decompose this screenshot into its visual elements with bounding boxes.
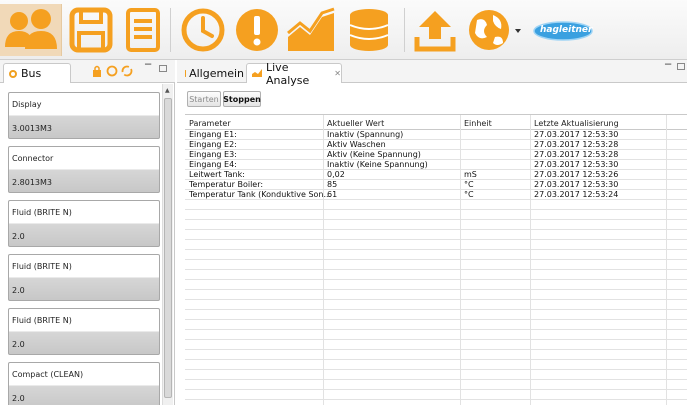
cell-parameter: Eingang E3:	[189, 150, 237, 159]
tab-allgemein[interactable]: Allgemein	[180, 63, 244, 83]
bus-tabbar: Bus ▔	[0, 60, 175, 83]
list-item[interactable]: Fluid (BRITE N) 2.0	[8, 254, 160, 301]
cell-unit: °C	[464, 180, 474, 189]
tab-label: Allgemein	[189, 66, 244, 80]
live-analysis-panel: Allgemein Live Analyse ✕ ▔ Starten Stopp…	[177, 60, 687, 405]
list-item[interactable]: Display 3.0013M3	[8, 92, 160, 139]
cell-timestamp: 27.03.2017 12:53:24	[534, 190, 619, 199]
device-name: Fluid (BRITE N)	[12, 316, 72, 325]
list-item[interactable]: Compact (CLEAN) 2.0	[8, 362, 160, 405]
lock-icon[interactable]	[92, 65, 102, 80]
column-header-current-value[interactable]: Aktueller Wert	[327, 119, 384, 128]
database-icon[interactable]	[344, 4, 394, 56]
bus-device-list: Display 3.0013M3 Connector 2.8013M3 Flui…	[8, 92, 160, 405]
cell-value: 85	[327, 180, 338, 189]
stop-button[interactable]: Stoppen	[223, 91, 261, 107]
table-row[interactable]: Leitwert Tank: 0,02 mS 27.03.2017 12:53:…	[185, 170, 687, 180]
bus-panel: Bus ▔ Display 3.0013M3 Connector 2.8013M…	[0, 60, 175, 405]
list-item[interactable]: Connector 2.8013M3	[8, 146, 160, 193]
table-row[interactable]: Eingang E3: Aktiv (Keine Spannung) 27.03…	[185, 150, 687, 160]
chart-small-icon	[252, 67, 262, 80]
cell-timestamp: 27.03.2017 12:53:30	[534, 180, 619, 189]
cell-unit: °C	[464, 190, 474, 199]
start-button[interactable]: Starten	[187, 91, 221, 107]
table-row[interactable]: Eingang E4: Inaktiv (Keine Spannung) 27.…	[185, 160, 687, 170]
cell-parameter: Eingang E4:	[189, 160, 237, 169]
list-item[interactable]: Fluid (BRITE N) 2.0	[8, 308, 160, 355]
device-value: 3.0013M3	[12, 124, 52, 133]
cell-parameter: Temperatur Boiler:	[189, 180, 264, 189]
users-icon[interactable]	[0, 4, 62, 56]
tab-label: Live Analyse	[266, 60, 310, 87]
cell-parameter: Eingang E2:	[189, 140, 237, 149]
tab-live-analyse[interactable]: Live Analyse ✕	[246, 61, 342, 87]
device-value: 2.0	[12, 394, 25, 403]
device-value: 2.8013M3	[12, 178, 52, 187]
bus-list-scrollbar[interactable]: ▲	[162, 84, 173, 405]
document-icon[interactable]	[118, 4, 168, 56]
cell-parameter: Leitwert Tank:	[189, 170, 245, 179]
bus-icon	[9, 69, 17, 78]
device-name: Fluid (BRITE N)	[12, 208, 72, 217]
clock-icon[interactable]	[178, 4, 228, 56]
maximize-icon[interactable]	[159, 65, 167, 72]
device-value: 2.0	[12, 286, 25, 295]
column-header-parameter[interactable]: Parameter	[189, 119, 231, 128]
save-icon[interactable]	[66, 4, 116, 56]
device-value: 2.0	[12, 340, 25, 349]
bus-tab-label: Bus	[21, 67, 42, 80]
cell-value: 61	[327, 190, 338, 199]
close-icon[interactable]: ✕	[334, 69, 341, 78]
minimize-icon[interactable]: ▔	[145, 64, 151, 73]
maximize-icon[interactable]	[677, 63, 685, 70]
scroll-up-icon[interactable]: ▲	[165, 87, 170, 94]
list-item[interactable]: Fluid (BRITE N) 2.0	[8, 200, 160, 247]
refresh-icon[interactable]	[106, 65, 118, 80]
cell-value: Aktiv (Keine Spannung)	[327, 150, 421, 159]
cell-value: Inaktiv (Spannung)	[327, 130, 404, 139]
tab-bus[interactable]: Bus	[3, 63, 71, 83]
cell-timestamp: 27.03.2017 12:53:28	[534, 150, 619, 159]
device-name: Display	[12, 100, 42, 109]
main-toolbar: hagleitner	[0, 0, 687, 60]
cell-value: 0,02	[327, 170, 345, 179]
table-row[interactable]: Temperatur Boiler: 85 °C 27.03.2017 12:5…	[185, 180, 687, 190]
table-row[interactable]: Eingang E2: Aktiv Waschen 27.03.2017 12:…	[185, 140, 687, 150]
cell-timestamp: 27.03.2017 12:53:30	[534, 130, 619, 139]
live-values-table: Parameter Aktueller Wert Einheit Letzte …	[185, 114, 687, 405]
column-header-last-update[interactable]: Letzte Aktualisierung	[534, 119, 619, 128]
device-name: Fluid (BRITE N)	[12, 262, 72, 271]
cell-timestamp: 27.03.2017 12:53:28	[534, 140, 619, 149]
chart-icon[interactable]	[286, 4, 336, 56]
device-name: Connector	[12, 154, 54, 163]
device-value: 2.0	[12, 232, 25, 241]
cell-value: Aktiv Waschen	[327, 140, 386, 149]
table-row[interactable]: Eingang E1: Inaktiv (Spannung) 27.03.201…	[185, 130, 687, 140]
upload-icon[interactable]	[410, 4, 460, 56]
cell-unit: mS	[464, 170, 477, 179]
cell-timestamp: 27.03.2017 12:53:26	[534, 170, 619, 179]
sync-icon[interactable]	[121, 65, 133, 80]
cell-timestamp: 27.03.2017 12:53:30	[534, 160, 619, 169]
cell-parameter: Temperatur Tank (Konduktive Son...	[189, 190, 332, 199]
scrollbar-thumb[interactable]	[164, 98, 172, 398]
minimize-icon[interactable]: ▔	[665, 64, 671, 73]
column-header-unit[interactable]: Einheit	[464, 119, 492, 128]
device-name: Compact (CLEAN)	[12, 370, 84, 379]
cell-parameter: Eingang E1:	[189, 130, 237, 139]
cell-value: Inaktiv (Keine Spannung)	[327, 160, 428, 169]
brand-text: hagleitner	[540, 25, 593, 35]
warning-icon[interactable]	[232, 4, 282, 56]
editor-tabbar: Allgemein Live Analyse ✕ ▔	[177, 60, 687, 87]
table-row[interactable]: Temperatur Tank (Konduktive Son... 61 °C…	[185, 190, 687, 200]
globe-icon[interactable]	[464, 4, 524, 56]
